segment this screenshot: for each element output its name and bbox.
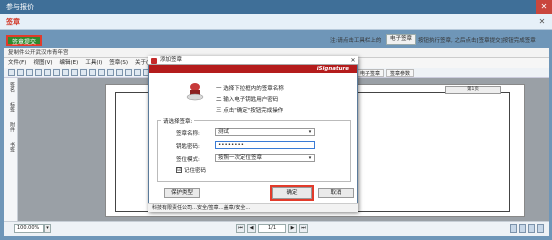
left-tab-attachments[interactable]: 附件 — [6, 122, 16, 132]
prev-page-icon[interactable] — [89, 69, 96, 76]
protect-type-button[interactable]: 保护类型 — [164, 188, 200, 198]
hint-text: 注:请点击工具栏上的 — [330, 38, 382, 44]
sign-panel-title: 签章 — [0, 14, 552, 30]
first-page-icon[interactable] — [80, 69, 87, 76]
single-page-view-icon[interactable] — [510, 224, 517, 233]
step-1-text: 一 选择下拉框内的签章名称 — [216, 86, 284, 92]
hand-tool-icon[interactable] — [44, 69, 51, 76]
menu-view[interactable]: 视图(V) — [33, 58, 52, 68]
next-page-icon[interactable] — [98, 69, 105, 76]
ok-button[interactable]: 确定 — [270, 185, 314, 201]
rotate-icon[interactable] — [134, 69, 141, 76]
left-tab-labels[interactable]: 标签 — [6, 102, 16, 112]
fit-width-icon[interactable] — [125, 69, 132, 76]
mode-label: 签位模式: — [176, 157, 200, 163]
dialog-footer: 科技有限责任公司…安全/签章…盖章/安全… — [148, 203, 358, 212]
dialog-title: 添加签章 — [148, 56, 358, 65]
search-icon[interactable] — [35, 69, 42, 76]
left-tab-signature[interactable]: 签名 — [6, 82, 16, 92]
print-icon[interactable] — [26, 69, 33, 76]
toolbar-electronic-seal-button[interactable]: 电子签章 — [356, 69, 385, 77]
page-box: 第1页 — [445, 86, 501, 94]
window-close-button[interactable]: ✕ — [536, 0, 552, 14]
form-legend: 请选择签章: — [161, 117, 195, 125]
chevron-down-icon[interactable]: ▾ — [306, 155, 314, 161]
prev-page-button[interactable]: ◀ — [247, 224, 256, 233]
dialog-close-button[interactable]: ✕ — [348, 56, 358, 65]
fit-page-icon[interactable] — [116, 69, 123, 76]
remember-password-label: 记住密码 — [184, 168, 207, 174]
left-tab-bookmarks[interactable]: 书签 — [6, 142, 16, 152]
zoom-input[interactable]: 100.00% — [14, 224, 44, 233]
seal-app-icon — [151, 58, 157, 64]
menu-file[interactable]: 文件(F) — [8, 58, 26, 68]
remember-password-checkbox[interactable]: ☑ — [176, 167, 182, 173]
select-tool-icon[interactable] — [53, 69, 60, 76]
menu-sign[interactable]: 签章(S) — [109, 58, 128, 68]
seal-name-label: 签章名称: — [176, 131, 200, 137]
first-page-button[interactable]: ⏮ — [236, 224, 245, 233]
cancel-button[interactable]: 取消 — [318, 188, 354, 198]
seal-stamp-icon — [186, 82, 204, 102]
dialog-banner: iSignature — [149, 65, 357, 73]
last-page-button[interactable]: ⏭ — [299, 224, 308, 233]
chevron-down-icon[interactable]: ▾ — [306, 129, 314, 135]
hint-electronic-seal-button[interactable]: 电子签章 — [386, 34, 416, 45]
mode-select[interactable]: 按照一次定位签章 — [215, 154, 315, 162]
next-page-button[interactable]: ▶ — [288, 224, 297, 233]
sign-panel-close-button[interactable]: ✕ — [536, 14, 548, 30]
menu-tools[interactable]: 工具(I) — [85, 58, 102, 68]
zoom-in-icon[interactable] — [62, 69, 69, 76]
step-2-text: 二 输入电子钥匙用户密码 — [216, 97, 279, 103]
sign-submit-button[interactable]: 签章提交 — [6, 35, 42, 46]
last-page-icon[interactable] — [107, 69, 114, 76]
menu-edit[interactable]: 编辑(E) — [60, 58, 79, 68]
save-icon[interactable] — [17, 69, 24, 76]
two-page-view-icon[interactable] — [528, 224, 535, 233]
zoom-dropdown-arrow[interactable]: ▾ — [44, 224, 51, 233]
seal-name-select[interactable]: 测试 — [215, 128, 315, 136]
step-3-text: 三 点击"确定"按钮完成操作 — [216, 108, 284, 114]
grid-view-icon[interactable] — [537, 224, 544, 233]
password-input[interactable]: •••••••• — [215, 141, 315, 149]
toolbar-seal-params-button[interactable]: 签章参数 — [386, 69, 415, 77]
open-icon[interactable] — [8, 69, 15, 76]
window-title: 参与报价 — [0, 0, 552, 14]
hint-text-after: 按钮执行签章, 之后点击[签章提交]按钮完成签章 — [418, 38, 536, 44]
continuous-view-icon[interactable] — [519, 224, 526, 233]
page-number-input[interactable]: 1/1 — [258, 224, 286, 233]
password-label: 钥匙密码: — [176, 144, 200, 150]
zoom-out-icon[interactable] — [71, 69, 78, 76]
